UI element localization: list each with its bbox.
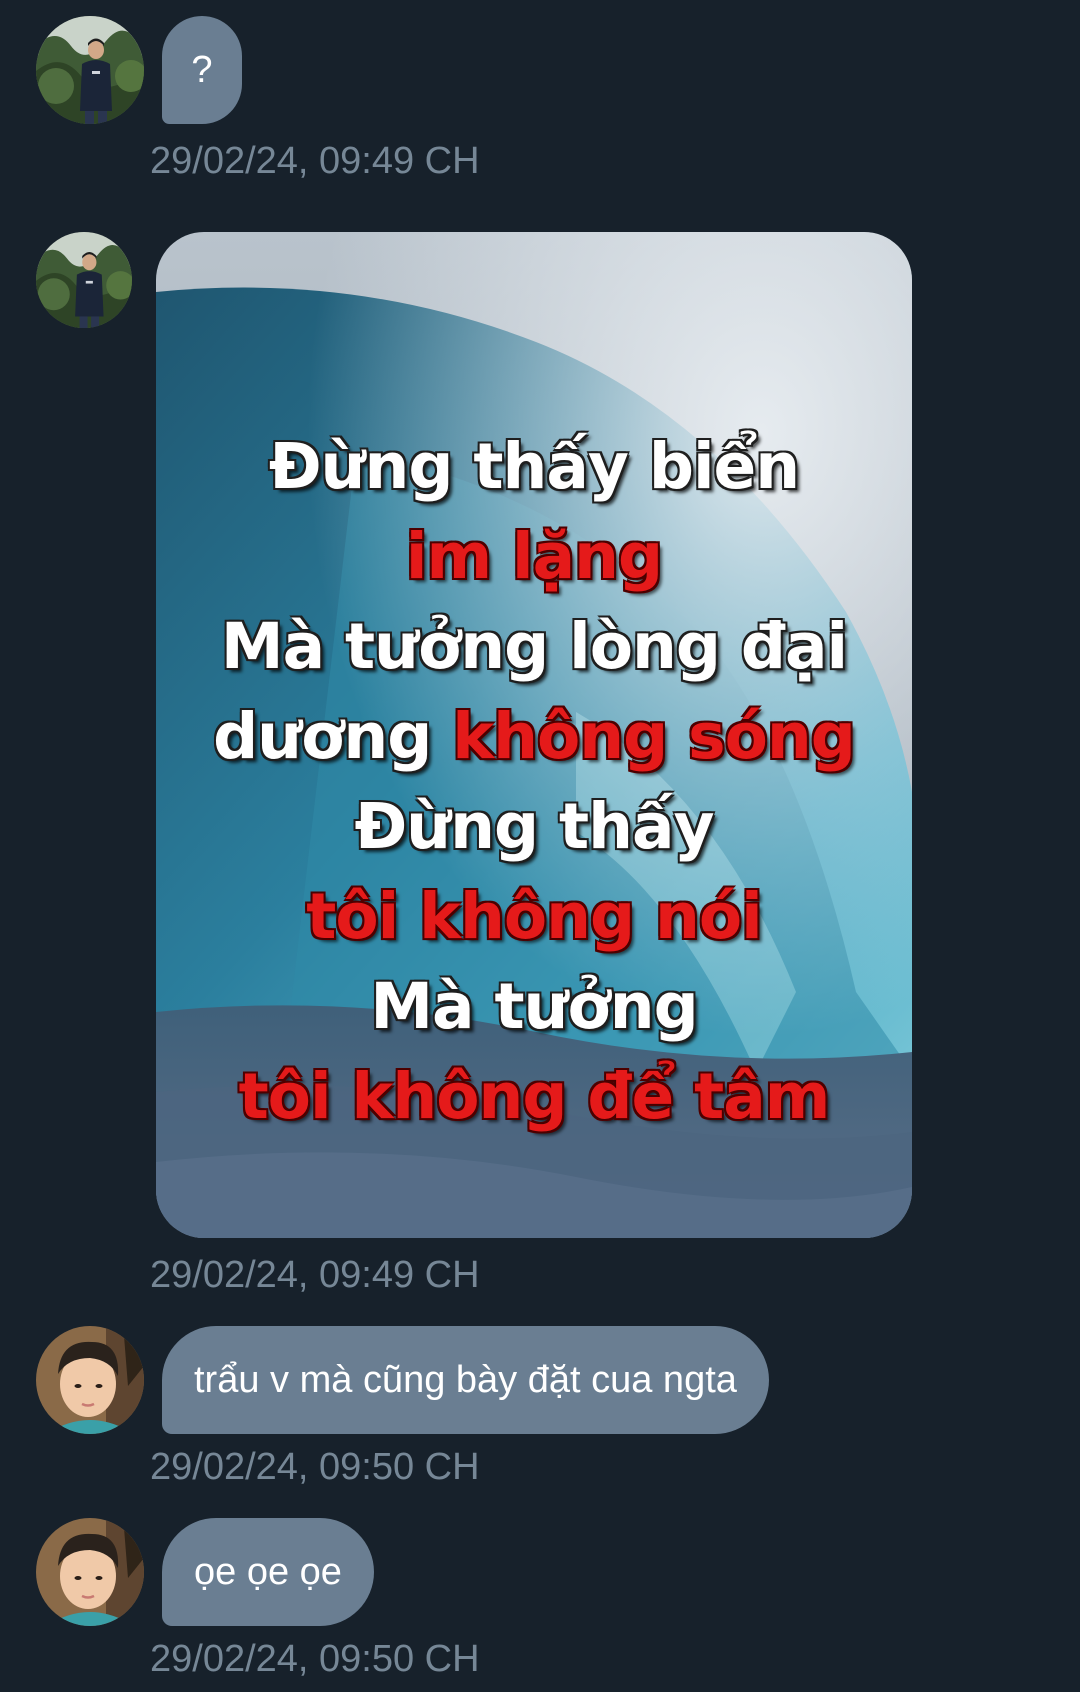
- message-row: ọe ọe ọe 29/02/24, 09:50 CH: [0, 1512, 1080, 1692]
- message-row: trẩu v mà cũng bày đặt cua ngta 29/02/24…: [0, 1320, 1080, 1500]
- caption-line: im lặng: [405, 520, 663, 593]
- message-row: ? 29/02/24, 09:49 CH: [0, 0, 1080, 200]
- caption-line: tôi không để tâm: [238, 1060, 831, 1133]
- image-caption: Đừng thấy biển im lặng Mà tưởng lòng đại…: [156, 422, 912, 1142]
- caption-line: Mà tưởng: [370, 970, 698, 1043]
- caption-line: tôi không nói: [306, 880, 763, 953]
- message-bubble[interactable]: ọe ọe ọe: [162, 1518, 374, 1626]
- user-avatar-b-icon[interactable]: [36, 1326, 144, 1434]
- message-timestamp: 29/02/24, 09:50 CH: [150, 1638, 480, 1680]
- caption-line: Đừng thấy: [354, 790, 714, 863]
- message-row: Đừng thấy biển im lặng Mà tưởng lòng đại…: [0, 220, 1080, 1320]
- message-bubble[interactable]: ?: [162, 16, 242, 124]
- message-timestamp: 29/02/24, 09:49 CH: [150, 140, 480, 182]
- user-avatar-a-icon[interactable]: [36, 232, 132, 328]
- caption-line: dương không sóng: [156, 692, 912, 782]
- user-avatar-a-icon[interactable]: [36, 16, 144, 124]
- message-bubble[interactable]: trẩu v mà cũng bày đặt cua ngta: [162, 1326, 769, 1434]
- message-photo[interactable]: Đừng thấy biển im lặng Mà tưởng lòng đại…: [156, 232, 912, 1238]
- user-avatar-b-icon[interactable]: [36, 1518, 144, 1626]
- caption-line: Đừng thấy biển: [268, 430, 800, 503]
- caption-line: Mà tưởng lòng đại: [220, 610, 848, 683]
- caption-segment: không sóng: [452, 700, 856, 773]
- caption-segment: dương: [213, 700, 453, 773]
- message-timestamp: 29/02/24, 09:49 CH: [150, 1254, 480, 1296]
- message-timestamp: 29/02/24, 09:50 CH: [150, 1446, 480, 1488]
